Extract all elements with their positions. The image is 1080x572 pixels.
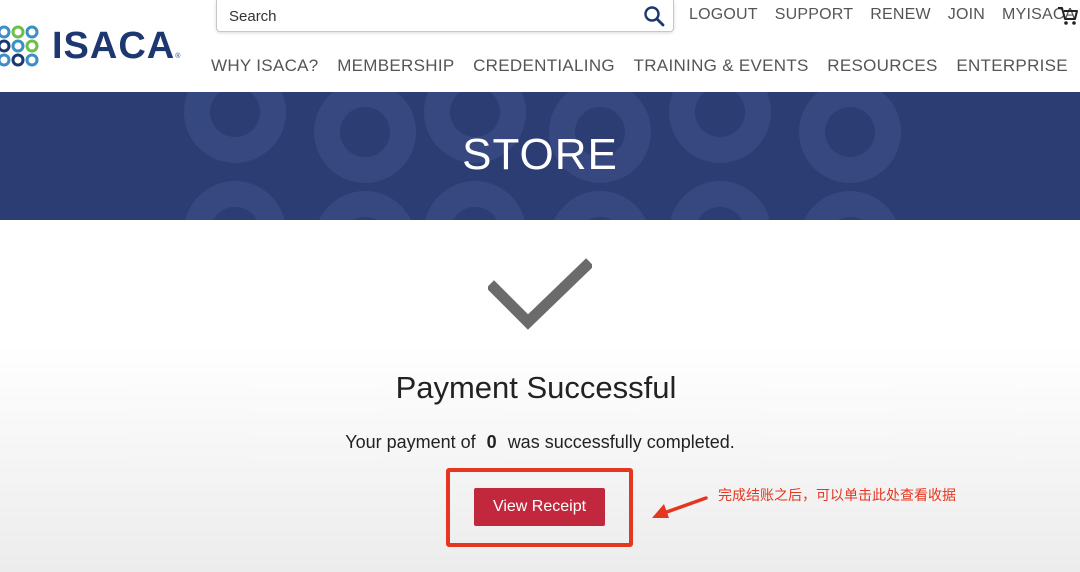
nav-resources[interactable]: RESOURCES [827, 56, 937, 76]
annotation-text: 完成结账之后，可以单击此处查看收据 [718, 488, 956, 504]
search-icon[interactable] [643, 5, 665, 27]
view-receipt-button[interactable]: View Receipt [474, 488, 605, 526]
store-banner: STORE [0, 92, 1080, 220]
nav-why-isaca[interactable]: WHY ISACA? [211, 56, 319, 76]
site-header: ISACA ® LOGOUT SUPPORT RENEW JOIN MYISAC… [0, 0, 1080, 92]
join-link[interactable]: JOIN [948, 6, 985, 24]
brand-name: ISACA [52, 24, 176, 67]
payment-message: Your payment of 0 was successfully compl… [0, 432, 1080, 453]
nav-enterprise[interactable]: ENTERPRISE [956, 56, 1068, 76]
checkmark-icon [488, 258, 592, 330]
utility-nav: LOGOUT SUPPORT RENEW JOIN MYISACA [689, 6, 1075, 24]
payment-title: Payment Successful [395, 370, 677, 405]
payment-message-prefix: Your payment of [345, 432, 476, 452]
cart-icon[interactable] [1057, 6, 1079, 26]
isaca-logo[interactable]: ISACA ® [0, 22, 180, 70]
registered-mark: ® [175, 53, 181, 60]
support-link[interactable]: SUPPORT [775, 6, 853, 24]
renew-link[interactable]: RENEW [870, 6, 931, 24]
nav-training-events[interactable]: TRAINING & EVENTS [634, 56, 809, 76]
nav-membership[interactable]: MEMBERSHIP [337, 56, 454, 76]
search-bar [216, 0, 674, 32]
page-title: STORE [462, 130, 618, 179]
payment-amount: 0 [486, 432, 497, 452]
logout-link[interactable]: LOGOUT [689, 6, 758, 24]
main-nav: WHY ISACA? MEMBERSHIP CREDENTIALING TRAI… [211, 56, 1080, 76]
isaca-logo-icon [0, 25, 39, 67]
nav-credentialing[interactable]: CREDENTIALING [473, 56, 615, 76]
annotation-arrow-icon [652, 496, 708, 518]
search-input[interactable] [229, 4, 629, 28]
payment-message-suffix: was successfully completed. [507, 432, 735, 452]
